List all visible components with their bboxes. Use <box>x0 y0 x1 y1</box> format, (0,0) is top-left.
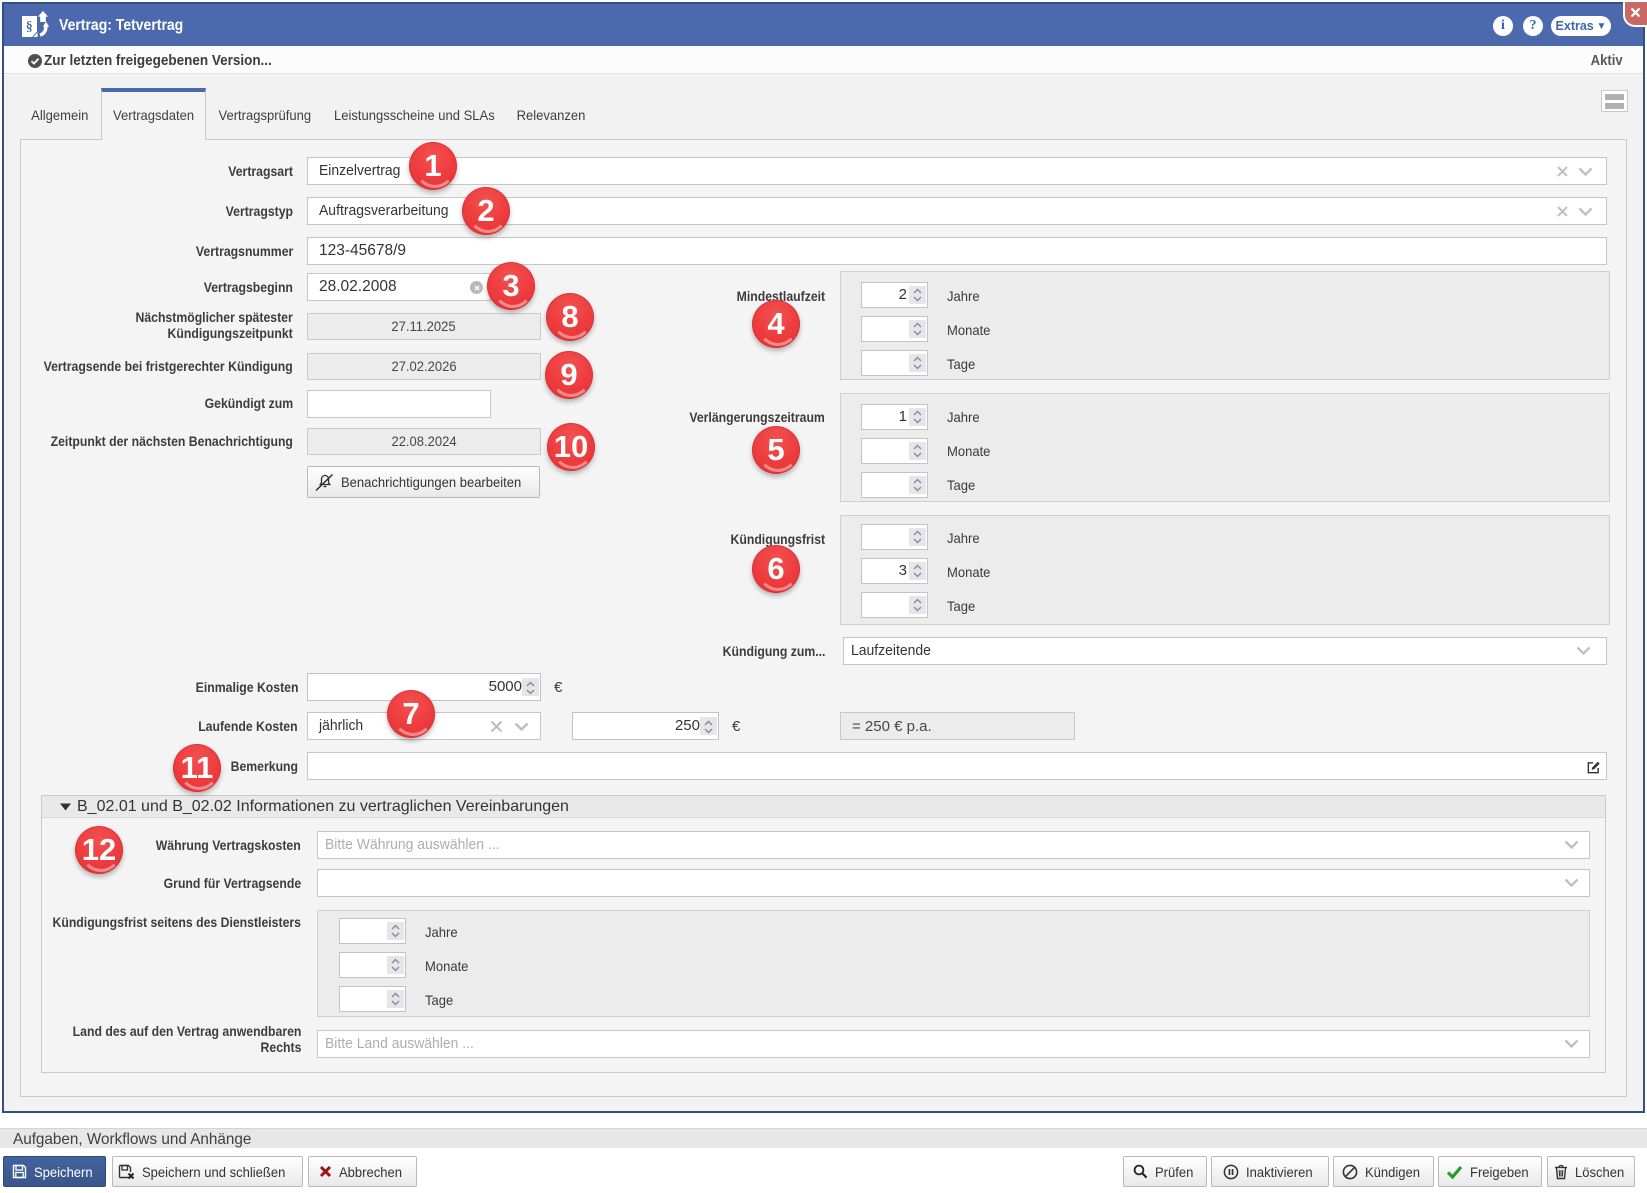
svg-text:§: § <box>26 20 33 35</box>
